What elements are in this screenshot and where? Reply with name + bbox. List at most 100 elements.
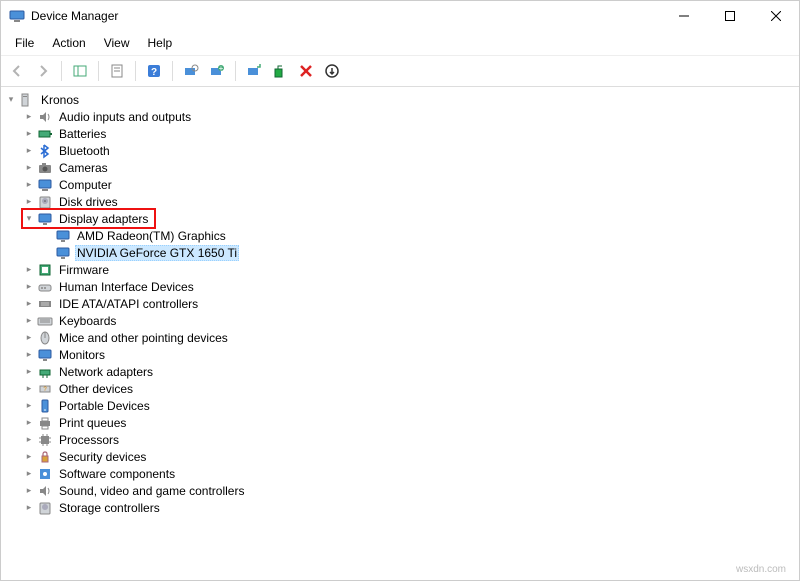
- display-icon: [55, 245, 71, 261]
- bluetooth-icon: [37, 143, 53, 159]
- chevron-right-icon[interactable]: ▸: [23, 264, 35, 275]
- svg-text:?: ?: [151, 67, 157, 78]
- chevron-right-icon[interactable]: ▸: [23, 468, 35, 479]
- add-hardware-button[interactable]: +: [205, 59, 229, 83]
- chevron-right-icon[interactable]: ▸: [23, 298, 35, 309]
- tree-root[interactable]: ▾ Kronos: [5, 91, 799, 108]
- close-button[interactable]: [753, 1, 799, 31]
- forward-button[interactable]: [31, 59, 55, 83]
- tree-category[interactable]: ▸ Print queues: [23, 414, 799, 431]
- monitor-icon: [37, 347, 53, 363]
- ide-icon: [37, 296, 53, 312]
- tree-category[interactable]: ▸ Mice and other pointing devices: [23, 329, 799, 346]
- tree-category[interactable]: ▸ Audio inputs and outputs: [23, 108, 799, 125]
- tree-category[interactable]: ▸ Portable Devices: [23, 397, 799, 414]
- chevron-down-icon: ▾: [5, 94, 17, 105]
- tree-category[interactable]: ▸Security devices: [23, 448, 799, 465]
- enable-button[interactable]: [320, 59, 344, 83]
- chevron-right-icon[interactable]: ▸: [23, 128, 35, 139]
- disable-button[interactable]: [294, 59, 318, 83]
- tree-category[interactable]: ▸Software components: [23, 465, 799, 482]
- tree-device[interactable]: AMD Radeon(TM) Graphics: [41, 227, 799, 244]
- chevron-right-icon[interactable]: ▸: [23, 111, 35, 122]
- tree-category-label: Print queues: [57, 416, 128, 430]
- chevron-right-icon[interactable]: ▸: [23, 451, 35, 462]
- cpu-icon: [37, 432, 53, 448]
- tree-category[interactable]: ▸ Keyboards: [23, 312, 799, 329]
- update-driver-button[interactable]: [242, 59, 266, 83]
- tree-category-label: Batteries: [57, 127, 108, 141]
- tree-category[interactable]: ▸ Computer: [23, 176, 799, 193]
- chevron-right-icon[interactable]: ▸: [23, 417, 35, 428]
- tree-category[interactable]: ▸Bluetooth: [23, 142, 799, 159]
- network-icon: [37, 364, 53, 380]
- tree-category[interactable]: ▸? Other devices: [23, 380, 799, 397]
- chevron-right-icon[interactable]: ▸: [23, 366, 35, 377]
- back-button[interactable]: [5, 59, 29, 83]
- tree-category-label: Processors: [57, 433, 121, 447]
- show-hide-tree-button[interactable]: [68, 59, 92, 83]
- battery-icon: [37, 126, 53, 142]
- window-title: Device Manager: [31, 9, 661, 23]
- tree-category[interactable]: ▸ Disk drives: [23, 193, 799, 210]
- chevron-down-icon[interactable]: ▾: [23, 213, 35, 224]
- chevron-right-icon[interactable]: ▸: [23, 196, 35, 207]
- tree-category[interactable]: ▸Firmware: [23, 261, 799, 278]
- other-icon: ?: [37, 381, 53, 397]
- tree-category[interactable]: ▸Human Interface Devices: [23, 278, 799, 295]
- menu-action[interactable]: Action: [44, 33, 93, 53]
- firmware-icon: [37, 262, 53, 278]
- tree-category-label: Keyboards: [57, 314, 118, 328]
- chevron-right-icon[interactable]: ▸: [23, 485, 35, 496]
- device-tree[interactable]: ▾ Kronos ▸ Audio inputs and outputs ▸ Batteri…: [1, 87, 799, 580]
- tree-root-label: Kronos: [39, 93, 81, 107]
- tree-category-label: Audio inputs and outputs: [57, 110, 193, 124]
- scan-hardware-button[interactable]: [179, 59, 203, 83]
- maximize-button[interactable]: [707, 1, 753, 31]
- tree-category[interactable]: ▸ Network adapters: [23, 363, 799, 380]
- tree-category[interactable]: ▸Cameras: [23, 159, 799, 176]
- minimize-button[interactable]: [661, 1, 707, 31]
- tree-category[interactable]: ▸ Batteries: [23, 125, 799, 142]
- tree-category-label: Disk drives: [57, 195, 120, 209]
- tree-category-label: Mice and other pointing devices: [57, 331, 230, 345]
- tree-category-label: Network adapters: [57, 365, 155, 379]
- titlebar: Device Manager: [1, 1, 799, 31]
- printer-icon: [37, 415, 53, 431]
- tree-category-label: Portable Devices: [57, 399, 152, 413]
- tree-category[interactable]: ▾ Display adapters: [23, 210, 154, 227]
- software-icon: [37, 466, 53, 482]
- chevron-right-icon[interactable]: ▸: [23, 145, 35, 156]
- menu-view[interactable]: View: [96, 33, 138, 53]
- menu-help[interactable]: Help: [140, 33, 181, 53]
- chevron-right-icon[interactable]: ▸: [23, 332, 35, 343]
- tree-category-label: Monitors: [57, 348, 107, 362]
- help-button[interactable]: ?: [142, 59, 166, 83]
- tree-device[interactable]: NVIDIA GeForce GTX 1650 Ti: [41, 244, 799, 261]
- tree-category-label: Computer: [57, 178, 114, 192]
- chevron-right-icon[interactable]: ▸: [23, 502, 35, 513]
- chevron-right-icon[interactable]: ▸: [23, 162, 35, 173]
- tree-category-label: Other devices: [57, 382, 135, 396]
- chevron-right-icon[interactable]: ▸: [23, 179, 35, 190]
- portable-icon: [37, 398, 53, 414]
- tree-category[interactable]: ▸ Monitors: [23, 346, 799, 363]
- tree-category[interactable]: ▸Sound, video and game controllers: [23, 482, 799, 499]
- chevron-right-icon[interactable]: ▸: [23, 434, 35, 445]
- chevron-right-icon[interactable]: ▸: [23, 349, 35, 360]
- tree-device-label: AMD Radeon(TM) Graphics: [75, 229, 228, 243]
- tree-category[interactable]: ▸IDE ATA/ATAPI controllers: [23, 295, 799, 312]
- menu-file[interactable]: File: [7, 33, 42, 53]
- chevron-right-icon[interactable]: ▸: [23, 400, 35, 411]
- display-icon: [37, 211, 53, 227]
- chevron-right-icon[interactable]: ▸: [23, 315, 35, 326]
- properties-button[interactable]: [105, 59, 129, 83]
- chevron-right-icon[interactable]: ▸: [23, 281, 35, 292]
- storage-icon: [37, 500, 53, 516]
- tree-category-label: Display adapters: [57, 212, 150, 226]
- tree-category[interactable]: ▸ Storage controllers: [23, 499, 799, 516]
- tree-category[interactable]: ▸ Processors: [23, 431, 799, 448]
- chevron-right-icon[interactable]: ▸: [23, 383, 35, 394]
- uninstall-button[interactable]: [268, 59, 292, 83]
- tree-category-label: Storage controllers: [57, 501, 162, 515]
